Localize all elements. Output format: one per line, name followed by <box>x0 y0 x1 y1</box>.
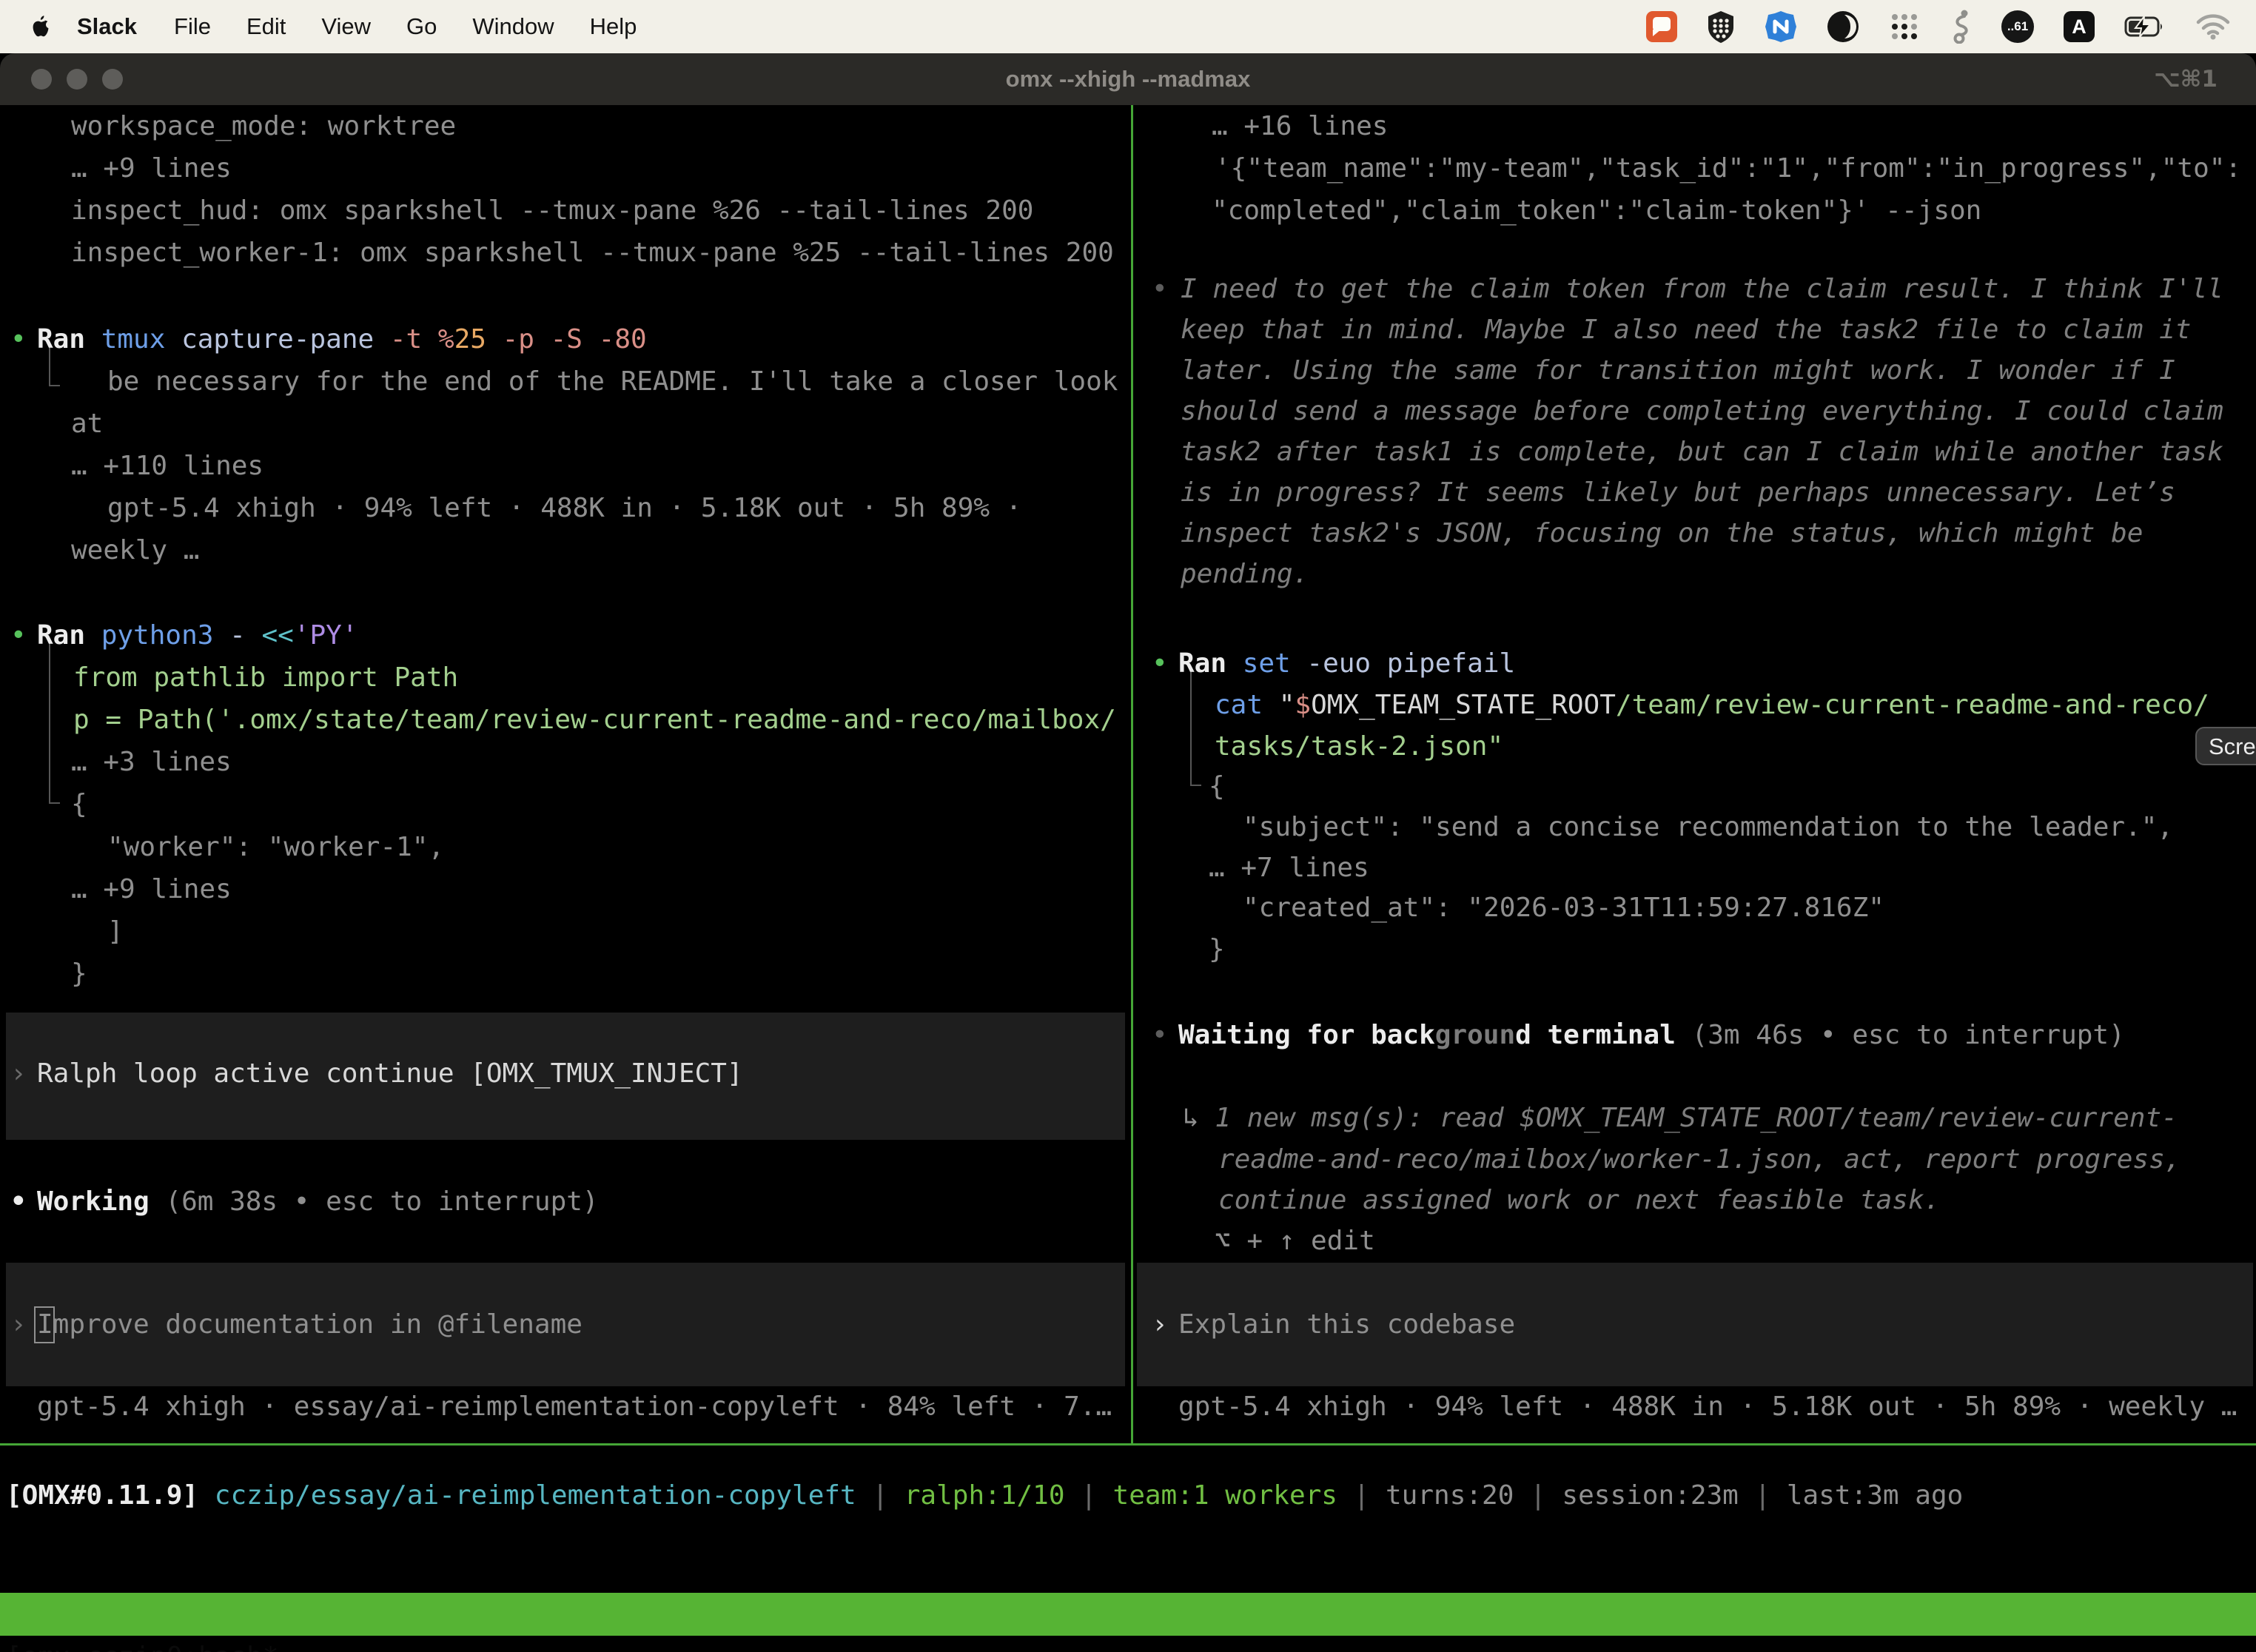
terminal-line: … +110 lines <box>71 445 263 487</box>
menu-item-window[interactable]: Window <box>454 13 571 40</box>
shield-icon[interactable] <box>1707 10 1735 43</box>
terminal-line: at <box>71 403 103 445</box>
terminal-line: › <box>10 1303 27 1346</box>
terminal-line: } <box>1209 928 1225 970</box>
terminal-line: inspect_worker-1: omx sparkshell --tmux-… <box>71 232 1114 274</box>
menu-bar: SlackFileEditViewGoWindowHelp <box>0 0 2256 53</box>
terminal-line: Ran set -euo pipefail <box>1178 642 1515 685</box>
menu-item-go[interactable]: Go <box>389 13 454 40</box>
tmux-pane-horizontal-border <box>0 1443 2256 1446</box>
terminal-line: keep that in mind. Maybe I also need the… <box>1181 309 2191 351</box>
squiggle-icon[interactable] <box>1950 10 1972 44</box>
terminal-line: Ran tmux capture-pane -t %25 -p -S -80 <box>37 318 647 360</box>
terminal-line: … +9 lines <box>71 147 232 189</box>
apple-icon <box>31 15 50 38</box>
terminal-line: gpt-5.4 xhigh · 94% left · 488K in · 5.1… <box>107 487 1021 529</box>
terminal-line: } <box>71 953 87 995</box>
terminal-line: "worker": "worker-1", <box>107 826 444 868</box>
timer-badge-icon[interactable]: ..61 <box>2001 10 2034 43</box>
input-source-icon[interactable]: A <box>2064 11 2095 42</box>
terminal-line: continue assigned work or next feasible … <box>1218 1179 1940 1221</box>
timer-badge-text: ..61 <box>2007 19 2028 34</box>
terminal-line: "created_at": "2026-03-31T11:59:27.816Z" <box>1243 887 1884 929</box>
terminal-line: ⌥ + ↑ edit <box>1215 1220 1375 1262</box>
terminal-line: tasks/task-2.json" <box>1215 725 1503 768</box>
blue-badge-icon[interactable] <box>1765 10 1797 43</box>
wifi-icon[interactable] <box>2195 13 2231 40</box>
terminal-line: • <box>1152 1014 1168 1056</box>
output-connector <box>1190 669 1201 786</box>
terminal-line: Improve documentation in @filename <box>37 1303 583 1346</box>
terminal-line: inspect task2's JSON, focusing on the st… <box>1181 512 2143 554</box>
terminal-line: [OMX#0.11.9] cczip/essay/ai-reimplementa… <box>6 1474 1963 1517</box>
terminal-line: from pathlib import Path <box>73 657 458 699</box>
text-cursor <box>34 1306 55 1343</box>
terminal-line: › <box>1152 1303 1168 1346</box>
terminal-line: Waiting for background terminal (3m 46s … <box>1178 1014 2125 1056</box>
terminal-line: task2 after task1 is complete, but can I… <box>1181 431 2223 473</box>
terminal-line: readme-and-reco/mailbox/worker-1.json, a… <box>1218 1138 2181 1181</box>
menu-item-view[interactable]: View <box>303 13 389 40</box>
terminal-line: cat "$OMX_TEAM_STATE_ROOT/team/review-cu… <box>1215 684 2209 726</box>
terminal-line: '{"team_name":"my-team","task_id":"1","f… <box>1215 147 2241 189</box>
menu-item-slack[interactable]: Slack <box>58 13 156 40</box>
terminal-line: ↳ 1 new msg(s): read $OMX_TEAM_STATE_ROO… <box>1183 1097 2178 1139</box>
window-title: omx --xhigh --madmax <box>0 53 2256 105</box>
terminal-line: … +9 lines <box>71 868 232 910</box>
screen-capture-tooltip: Scre <box>2195 727 2256 765</box>
terminal-line: { <box>1209 765 1225 807</box>
terminal-line: gpt-5.4 xhigh · 94% left · 488K in · 5.1… <box>1178 1386 2237 1428</box>
terminal-line: • <box>1152 268 1168 310</box>
tmux-session-window-label: [omx-cczip0:bash* <box>6 1636 278 1652</box>
input-source-letter: A <box>2072 16 2087 38</box>
terminal-line: weekly … <box>71 529 199 571</box>
terminal-line: › <box>10 1052 27 1095</box>
terminal-line: { <box>71 783 87 825</box>
menu-item-edit[interactable]: Edit <box>229 13 303 40</box>
terminal-line: is in progress? It seems likely but perh… <box>1181 471 2175 514</box>
terminal-line: ] <box>107 910 124 953</box>
terminal-window: omx --xhigh --madmax ⌥⌘1 workspace_mode:… <box>0 53 2256 1652</box>
terminal-line: Ralph loop active continue [OMX_TMUX_INJ… <box>37 1052 743 1095</box>
tmux-pane-divider[interactable] <box>1131 105 1133 1443</box>
terminal-line: p = Path('.omx/state/team/review-current… <box>73 699 1116 741</box>
tmux-status-bar: [omx-cczip0:bash* "MacBook-Pro-44.local"… <box>0 1593 2256 1636</box>
window-title-bar: omx --xhigh --madmax ⌥⌘1 <box>0 53 2256 105</box>
menu-items: SlackFileEditViewGoWindowHelp <box>58 13 654 40</box>
terminal-line: Explain this codebase <box>1178 1303 1515 1346</box>
terminal-line: "subject": "send a concise recommendatio… <box>1243 806 2173 848</box>
window-shortcut-hint: ⌥⌘1 <box>2154 53 2218 105</box>
output-connector <box>49 641 60 804</box>
terminal-line: should send a message before completing … <box>1181 390 2223 432</box>
chat-bubble-tail <box>1653 30 1661 36</box>
terminal-line: • <box>10 318 27 360</box>
terminal-line: later. Using the same for transition mig… <box>1181 349 2175 392</box>
terminal-line: … +16 lines <box>1212 105 1388 147</box>
chat-app-icon[interactable] <box>1646 11 1677 42</box>
apple-menu-icon[interactable] <box>31 15 50 38</box>
terminal-line: • <box>10 614 27 657</box>
terminal-line: … +3 lines <box>71 741 232 783</box>
terminal-line: Ran python3 - <<'PY' <box>37 614 358 657</box>
terminal-line: gpt-5.4 xhigh · essay/ai-reimplementatio… <box>37 1386 1112 1428</box>
terminal-line: pending. <box>1181 553 1309 595</box>
terminal-line: "completed","claim_token":"claim-token"}… <box>1212 189 1981 232</box>
menu-status-icons: ..61 A <box>1646 10 2256 44</box>
moon-circle-icon[interactable] <box>1827 10 1859 43</box>
terminal-line: be necessary for the end of the README. … <box>107 360 1118 403</box>
menu-item-help[interactable]: Help <box>572 13 655 40</box>
terminal-line: … +7 lines <box>1209 847 1369 889</box>
terminal-line: inspect_hud: omx sparkshell --tmux-pane … <box>71 189 1033 232</box>
dots-grid-icon[interactable] <box>1889 11 1920 42</box>
terminal-line: workspace_mode: worktree <box>71 105 456 147</box>
terminal-line: Working (6m 38s • esc to interrupt) <box>37 1181 599 1223</box>
menu-item-file[interactable]: File <box>156 13 229 40</box>
terminal-line: • <box>1152 642 1168 685</box>
terminal-line: I need to get the claim token from the c… <box>1181 268 2223 310</box>
battery-charging-icon[interactable] <box>2124 16 2166 37</box>
terminal-line: • <box>10 1181 27 1223</box>
